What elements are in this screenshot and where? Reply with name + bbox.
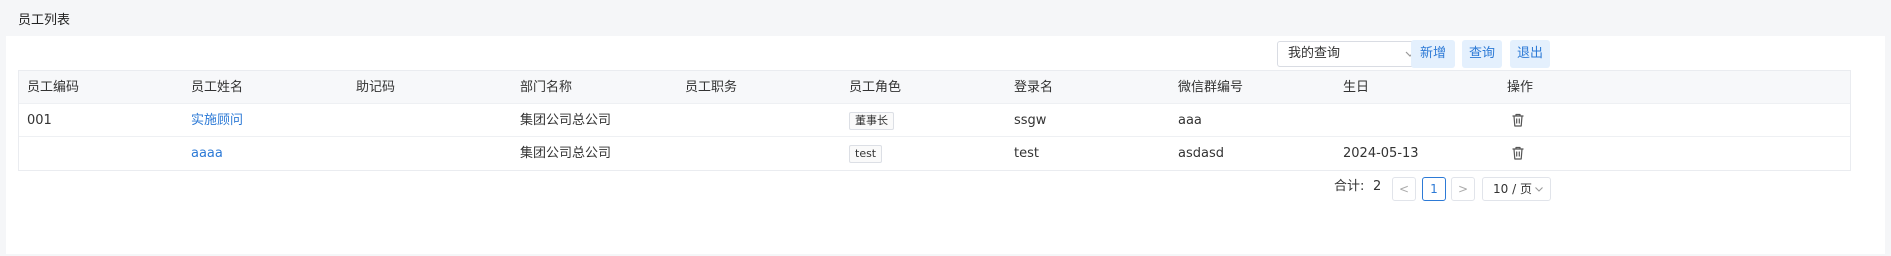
role-cell: 董事长 — [849, 104, 894, 137]
column-header: 登录名 — [1014, 80, 1054, 95]
role-tag: test — [849, 144, 883, 163]
next-page-button[interactable]: > — [1451, 177, 1475, 201]
exit-button[interactable]: 退出 — [1510, 40, 1550, 68]
column-header: 员工角色 — [849, 80, 902, 95]
table-header-row: 员工编码 员工姓名 助记码 部门名称 员工职务 员工角色 登录名 微信群编号 生… — [19, 71, 1850, 104]
column-header: 员工姓名 — [191, 80, 244, 95]
trash-icon[interactable] — [1510, 112, 1526, 128]
birthday: 2024-05-13 — [1343, 146, 1419, 161]
pagination-total-label: 合计: — [1334, 179, 1365, 194]
table-row: 001 实施顾问 集团公司总公司 董事长 ssgw aaa — [19, 104, 1850, 137]
table-row: aaaa 集团公司总公司 test test asdasd 2024-05-13 — [19, 137, 1850, 170]
add-button[interactable]: 新增 — [1411, 40, 1455, 68]
employee-table: 员工编码 员工姓名 助记码 部门名称 员工职务 员工角色 登录名 微信群编号 生… — [18, 70, 1851, 171]
page-size-value: 10 / 页 — [1493, 182, 1532, 196]
column-header: 员工职务 — [685, 80, 738, 95]
pagination-total-count: 2 — [1373, 179, 1382, 194]
employee-name-link[interactable]: aaaa — [191, 137, 223, 170]
column-header: 助记码 — [356, 80, 396, 95]
saved-query-value: 我的查询 — [1288, 46, 1341, 61]
column-header: 微信群编号 — [1178, 80, 1244, 95]
trash-icon[interactable] — [1510, 145, 1526, 161]
department-name: 集团公司总公司 — [520, 113, 612, 128]
search-button[interactable]: 查询 — [1462, 40, 1502, 68]
column-header: 员工编码 — [27, 80, 80, 95]
prev-page-button[interactable]: < — [1392, 177, 1416, 201]
role-cell: test — [849, 137, 883, 170]
page-1-button[interactable]: 1 — [1422, 177, 1446, 201]
employee-list-panel: 我的查询 新增 查询 退出 员工编码 员工姓名 助记码 部门名称 员工职务 员工… — [6, 36, 1885, 254]
employee-code: 001 — [27, 113, 52, 128]
column-header: 操作 — [1507, 80, 1534, 95]
login-name: ssgw — [1014, 113, 1047, 128]
column-header: 生日 — [1343, 80, 1370, 95]
wechat-group-id: asdasd — [1178, 146, 1224, 161]
page-title: 员工列表 — [18, 13, 71, 28]
chevron-down-icon — [1535, 187, 1543, 192]
department-name: 集团公司总公司 — [520, 146, 612, 161]
wechat-group-id: aaa — [1178, 113, 1202, 128]
login-name: test — [1014, 146, 1039, 161]
page-size-select[interactable]: 10 / 页 — [1482, 177, 1551, 201]
column-header: 部门名称 — [520, 80, 573, 95]
employee-name-link[interactable]: 实施顾问 — [191, 104, 243, 137]
role-tag: 董事长 — [849, 111, 894, 130]
saved-query-select[interactable]: 我的查询 — [1277, 41, 1426, 67]
